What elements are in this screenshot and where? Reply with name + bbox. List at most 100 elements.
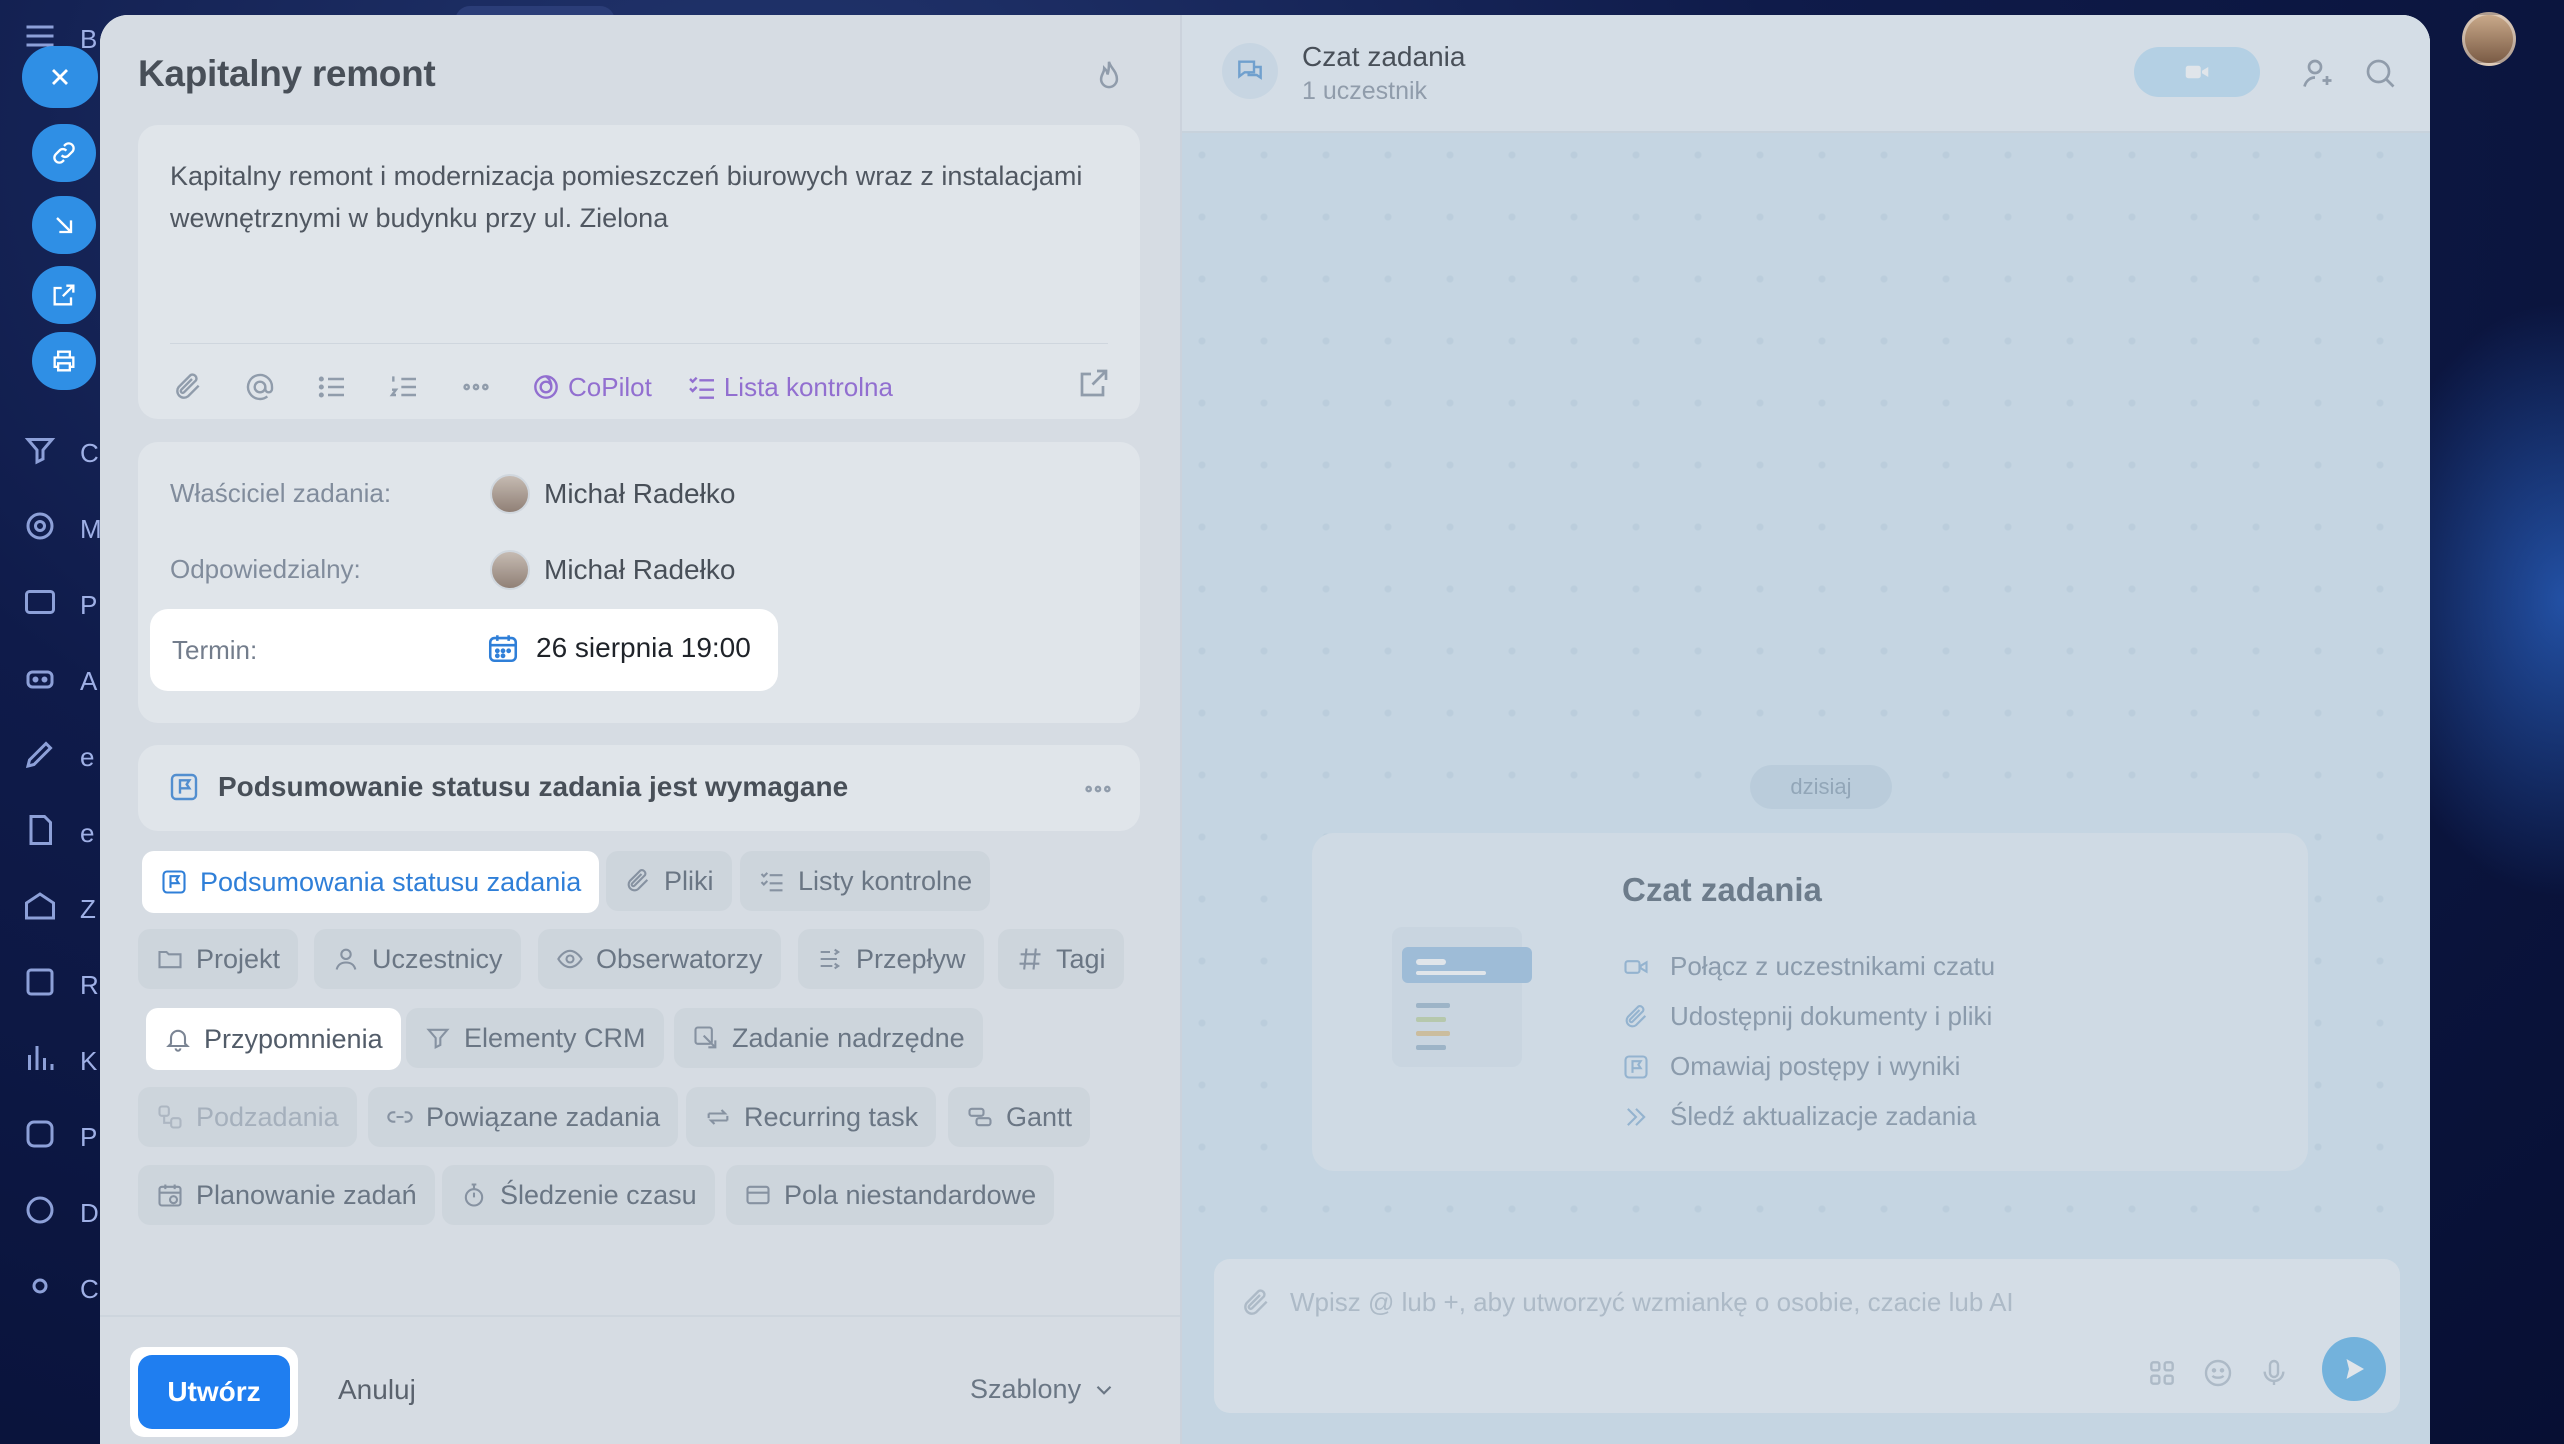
task-title[interactable]: Kapitalny remont xyxy=(138,53,436,95)
close-slider-button[interactable] xyxy=(22,46,98,108)
sidebar-item[interactable]: Z xyxy=(22,888,96,928)
feature-label: Śledź aktualizacje zadania xyxy=(1670,1101,1977,1131)
mention-button[interactable] xyxy=(242,369,278,405)
chip-label: Tagi xyxy=(1056,943,1106,974)
calendar-plan-icon xyxy=(158,1184,182,1207)
flag-square-icon xyxy=(1624,1054,1648,1079)
chip-pliki[interactable]: Pliki xyxy=(606,851,732,911)
checklist-button[interactable]: Lista kontrolna xyxy=(686,371,893,403)
feature-item: Omawiaj postępy i wyniki xyxy=(1622,1051,1960,1082)
double-chevron-icon xyxy=(1627,1107,1646,1126)
add-user-icon[interactable] xyxy=(2300,55,2336,91)
responsible-value[interactable]: Michał Radełko xyxy=(490,550,735,590)
apps-grid-icon[interactable] xyxy=(2146,1357,2178,1389)
chip-label: Obserwatorzy xyxy=(596,943,763,974)
feature-label: Połącz z uczestnikami czatu xyxy=(1670,951,1996,981)
sidebar-item[interactable]: D xyxy=(22,1192,99,1232)
sidebar-letter: Z xyxy=(80,894,96,924)
sidebar-item[interactable]: C xyxy=(22,432,99,472)
chip-podzadania[interactable]: Podzadania xyxy=(138,1087,357,1147)
create-button-highlight: Utwórz xyxy=(130,1347,298,1437)
chip-elementy-crm[interactable]: Elementy CRM xyxy=(406,1008,664,1068)
chip-tagi[interactable]: Tagi xyxy=(998,929,1124,989)
copilot-icon xyxy=(534,375,558,399)
chip-pola-niestandardowe[interactable]: Pola niestandardowe xyxy=(726,1165,1055,1225)
open-editor-icon[interactable] xyxy=(1076,365,1112,401)
emoji-icon[interactable] xyxy=(2202,1357,2234,1389)
chip-przeplyw[interactable]: Przepływ xyxy=(798,929,984,989)
create-button[interactable]: Utwórz xyxy=(138,1355,290,1429)
deadline-text: 26 sierpnia 19:00 xyxy=(536,632,751,663)
chip-przypomnienia[interactable]: Przypomnienia xyxy=(146,1008,401,1070)
chip-listy-kontrolne[interactable]: Listy kontrolne xyxy=(740,851,991,911)
microphone-icon[interactable] xyxy=(2258,1357,2290,1389)
chip-label: Pola niestandardowe xyxy=(784,1179,1037,1210)
templates-dropdown[interactable]: Szablony xyxy=(970,1374,1117,1405)
status-summary-card[interactable]: Podsumowanie statusu zadania jest wymaga… xyxy=(138,745,1140,831)
chip-powiazane-zadania[interactable]: Powiązane zadania xyxy=(368,1087,679,1147)
sidebar-item[interactable]: K xyxy=(22,1040,97,1080)
deadline-value[interactable]: 26 sierpnia 19:00 xyxy=(486,631,751,665)
copy-link-button[interactable] xyxy=(32,124,96,182)
checklist-icon xyxy=(760,872,783,892)
flame-icon[interactable] xyxy=(1090,57,1128,95)
deadline-field[interactable]: Termin: 26 sierpnia 19:00 xyxy=(152,611,776,689)
responsible-name: Michał Radełko xyxy=(544,554,736,585)
chip-gantt[interactable]: Gantt xyxy=(948,1087,1091,1147)
chip-uczestnicy[interactable]: Uczestnicy xyxy=(314,929,521,989)
message-composer[interactable]: Wpisz @ lub +, aby utworzyć wzmiankę o o… xyxy=(1214,1259,2400,1413)
paperclip-icon xyxy=(627,869,649,892)
repeat-icon xyxy=(707,1109,729,1125)
folder-icon xyxy=(158,950,182,969)
user-avatar[interactable] xyxy=(2462,12,2516,66)
bullet-list-button[interactable] xyxy=(314,369,350,405)
task-create-modal: Kapitalny remont Kapitalny remont i mode… xyxy=(100,15,2430,1444)
sidebar-item[interactable]: e xyxy=(22,812,94,852)
deadline-label: Termin: xyxy=(172,635,258,665)
video-call-button[interactable] xyxy=(2134,47,2260,97)
sidebar-item[interactable]: P xyxy=(22,1116,97,1156)
chip-recurring-task[interactable]: Recurring task xyxy=(686,1087,937,1147)
chip-planowanie-zadan[interactable]: Planowanie zadań xyxy=(138,1165,435,1225)
owner-value[interactable]: Michał Radełko xyxy=(490,474,735,514)
sidebar-item[interactable]: M xyxy=(22,508,102,548)
sidebar-item[interactable]: C xyxy=(22,1268,99,1308)
avatar xyxy=(490,474,530,514)
chip-projekt[interactable]: Projekt xyxy=(138,929,299,989)
print-button[interactable] xyxy=(32,332,96,390)
attach-button[interactable] xyxy=(170,369,206,405)
search-icon[interactable] xyxy=(2362,55,2398,91)
feature-label: Udostępnij dokumenty i pliki xyxy=(1670,1001,1993,1031)
more-formatting-button[interactable] xyxy=(458,369,494,405)
copilot-button[interactable]: CoPilot xyxy=(530,371,652,403)
sidebar-item[interactable]: P xyxy=(22,584,97,624)
chip-label: Listy kontrolne xyxy=(798,865,973,896)
task-description[interactable]: Kapitalny remont i modernizacja pomieszc… xyxy=(170,155,1090,239)
sidebar-item[interactable]: A xyxy=(22,660,97,700)
paperclip-icon[interactable] xyxy=(1240,1287,1272,1319)
chip-podsumowania-statusu[interactable]: Podsumowania statusu zadania xyxy=(142,851,600,913)
chip-label: Elementy CRM xyxy=(464,1022,646,1053)
send-button[interactable] xyxy=(2322,1337,2386,1401)
numbered-list-button[interactable] xyxy=(386,369,422,405)
gantt-icon xyxy=(968,1107,992,1127)
chip-obserwatorzy[interactable]: Obserwatorzy xyxy=(538,929,781,989)
sidebar-item[interactable]: e xyxy=(22,736,94,776)
sidebar-item[interactable]: R xyxy=(22,964,99,1004)
chip-zadanie-nadrzedne[interactable]: Zadanie nadrzędne xyxy=(674,1008,983,1068)
welcome-title: Czat zadania xyxy=(1622,871,1822,908)
feature-item: Udostępnij dokumenty i pliki xyxy=(1622,1001,1992,1032)
minimize-button[interactable] xyxy=(32,196,96,254)
chip-label: Podzadania xyxy=(196,1101,339,1132)
video-icon xyxy=(1624,959,1648,974)
chat-participants[interactable]: 1 uczestnik xyxy=(1302,77,1427,106)
bell-icon xyxy=(166,1029,190,1052)
cancel-button[interactable]: Anuluj xyxy=(338,1374,416,1406)
chip-label: Przepływ xyxy=(856,943,966,974)
arrow-down-right-icon xyxy=(56,217,73,234)
open-new-window-button[interactable] xyxy=(32,266,96,324)
chip-label: Śledzenie czasu xyxy=(500,1179,697,1210)
more-horizontal-icon[interactable] xyxy=(1082,773,1114,805)
chip-sledzenie-czasu[interactable]: Śledzenie czasu xyxy=(442,1165,715,1225)
message-input-placeholder[interactable]: Wpisz @ lub +, aby utworzyć wzmiankę o o… xyxy=(1290,1287,2014,1318)
